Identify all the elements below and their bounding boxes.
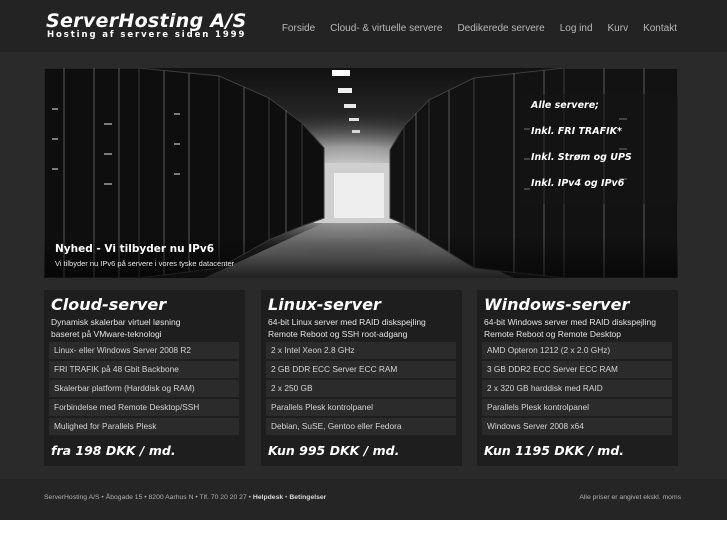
card-price[interactable]: Kun 1195 DKK / md. [484,443,624,458]
product-card-windows[interactable]: Windows-server 64-bit Windows server med… [477,290,678,466]
card-title[interactable]: Linux-server [268,295,381,314]
product-card-cloud[interactable]: Cloud-server Dynamisk skalerbar virtuel … [44,290,245,466]
card-title[interactable]: Windows-server [484,295,629,314]
nav-contact[interactable]: Kontakt [643,23,677,34]
nav-dedicated[interactable]: Dedikerede servere [457,23,544,34]
feature-item: Linux- eller Windows Server 2008 R2 [49,342,239,359]
footer-address: ServerHosting A/S • Åbogade 15 • 8200 Aa… [44,494,326,501]
feature-item: FRI TRAFIK på 48 Gbit Backbone [49,361,239,378]
feature-item: Debian, SuSE, Gentoo eller Fedora [266,418,456,435]
card-desc-line-2: Remote Reboot og SSH root-adgang [268,329,408,339]
feature-item: Windows Server 2008 x64 [482,418,672,435]
card-desc-line-1: 64-bit Windows server med RAID diskspejl… [484,317,656,327]
card-desc-line-2: Remote Reboot og Remote Desktop [484,329,622,339]
footer-separator: • [285,494,288,501]
card-description: 64-bit Windows server med RAID diskspejl… [484,316,679,340]
footer-address-text: ServerHosting A/S • Åbogade 15 • 8200 Aa… [44,494,252,501]
main-nav: Forside Cloud- & virtuelle servere Dedik… [267,23,677,34]
feature-item: Skalerbar platform (Harddisk og RAM) [49,380,239,397]
product-card-linux[interactable]: Linux-server 64-bit Linux server med RAI… [261,290,462,466]
feature-item: Parallels Plesk kontrolpanel [482,399,672,416]
hero-line-all-servers: Alle servere; [531,100,599,111]
hero-line-power-ups: Inkl. Strøm og UPS [531,152,632,163]
footer-terms-link[interactable]: Betingelser [289,494,326,501]
feature-item: Mulighed for Parallels Plesk [49,418,239,435]
card-desc-line-1: 64-bit Linux server med RAID diskspejlin… [268,317,426,327]
hero-line-ipv4-ipv6: Inkl. IPv4 og IPv6 [531,178,625,189]
feature-item: Parallels Plesk kontrolpanel [266,399,456,416]
feature-item: AMD Opteron 1212 (2 x 2.0 GHz) [482,342,672,359]
nav-cloud-virtual[interactable]: Cloud- & virtuelle servere [330,23,442,34]
card-price[interactable]: Kun 995 DKK / md. [268,443,399,458]
logo-subtitle: Hosting af servere siden 1999 [47,30,247,40]
card-desc-line-1: Dynamisk skalerbar virtuel løsning [51,317,181,327]
card-title[interactable]: Cloud-server [51,295,166,314]
feature-item: 3 GB DDR2 ECC Server ECC RAM [482,361,672,378]
news-title[interactable]: Nyhed - Vi tilbyder nu IPv6 [55,243,214,255]
nav-forside[interactable]: Forside [282,23,315,34]
news-text: Vi tilbyder nu IPv6 på servere i vores t… [55,259,235,268]
feature-item: 2 x Intel Xeon 2.8 GHz [266,342,456,359]
footer-helpdesk-link[interactable]: Helpdesk [253,494,283,501]
feature-item: 2 GB DDR ECC Server ECC RAM [266,361,456,378]
card-description: Dynamisk skalerbar virtuel løsning baser… [51,316,246,340]
feature-item: 2 x 250 GB [266,380,456,397]
nav-cart[interactable]: Kurv [608,23,629,34]
logo-title[interactable]: ServerHosting A/S [46,10,247,32]
feature-item: Forbindelse med Remote Desktop/SSH [49,399,239,416]
nav-login[interactable]: Log ind [560,23,593,34]
footer-price-note: Alle priser er angivet ekskl. moms [579,494,681,501]
card-desc-line-2: baseret på VMware-teknologi [51,329,162,339]
card-price[interactable]: fra 198 DKK / md. [51,443,176,458]
card-description: 64-bit Linux server med RAID diskspejlin… [268,316,463,340]
feature-item: 2 x 320 GB harddisk med RAID [482,380,672,397]
hero-line-free-traffic: Inkl. FRI TRAFIK* [531,126,622,137]
